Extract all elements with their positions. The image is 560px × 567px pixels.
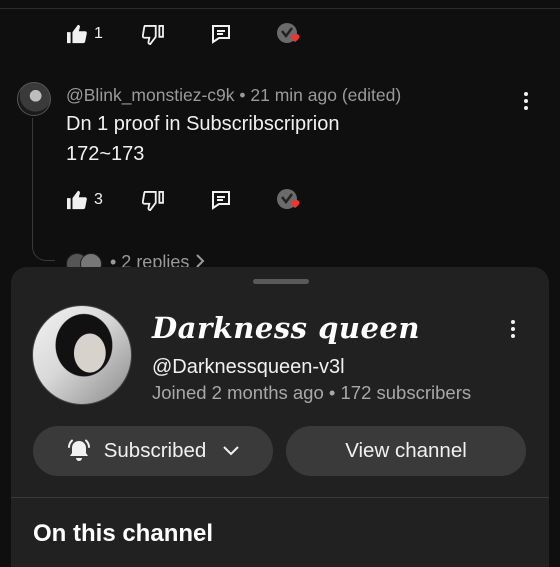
channel-avatar[interactable] bbox=[32, 305, 132, 405]
comment-author-meta[interactable]: @Blink_monstiez-c9k • 21 min ago (edited… bbox=[66, 85, 401, 106]
like-count: 1 bbox=[94, 25, 103, 42]
heart-badge-icon bbox=[276, 188, 302, 212]
channel-name: Darkness queen bbox=[152, 311, 420, 345]
creator-heart bbox=[276, 22, 302, 46]
view-channel-label: View channel bbox=[345, 439, 467, 462]
comment-more-button[interactable] bbox=[524, 92, 528, 110]
chevron-down-icon bbox=[222, 445, 240, 457]
channel-more-button[interactable] bbox=[511, 320, 515, 338]
comment-like-button[interactable]: 3 bbox=[66, 190, 103, 210]
comment-creator-heart bbox=[276, 188, 302, 212]
channel-handle: @Darknessqueen-v3l bbox=[152, 356, 345, 378]
section-title: On this channel bbox=[33, 520, 214, 547]
thumbs-up-icon bbox=[66, 190, 88, 210]
top-divider bbox=[0, 8, 560, 9]
channel-bottom-sheet: Darkness queen @Darknessqueen-v3l Joined… bbox=[11, 267, 549, 567]
thumbs-up-icon bbox=[66, 24, 88, 44]
comment-dislike-button[interactable] bbox=[142, 191, 164, 211]
thread-line bbox=[32, 118, 55, 261]
channel-joined-info: Joined 2 months ago • 172 subscribers bbox=[152, 382, 472, 403]
comment-text-line-2: 172~173 bbox=[66, 143, 145, 165]
comment-text-line-1: Dn 1 proof in Subscribscriprion bbox=[66, 113, 340, 135]
more-vertical-icon bbox=[511, 320, 515, 324]
sheet-divider bbox=[11, 497, 549, 498]
dislike-button[interactable] bbox=[142, 25, 164, 45]
thumbs-down-icon bbox=[142, 25, 164, 45]
comment-reply-button[interactable] bbox=[211, 190, 231, 210]
subscribed-label: Subscribed bbox=[103, 439, 207, 462]
comment-author-avatar[interactable] bbox=[17, 82, 51, 116]
more-vertical-icon bbox=[524, 92, 528, 96]
subscribed-button[interactable]: Subscribed bbox=[33, 426, 273, 476]
comment-like-count: 3 bbox=[94, 191, 103, 208]
reply-button[interactable] bbox=[211, 24, 231, 44]
drag-handle[interactable] bbox=[253, 279, 309, 284]
reply-icon bbox=[211, 24, 231, 44]
bell-icon bbox=[66, 438, 92, 464]
thumbs-down-icon bbox=[142, 191, 164, 211]
heart-badge-icon bbox=[276, 22, 302, 46]
view-channel-button[interactable]: View channel bbox=[286, 426, 526, 476]
reply-icon bbox=[211, 190, 231, 210]
like-button[interactable]: 1 bbox=[66, 24, 103, 44]
